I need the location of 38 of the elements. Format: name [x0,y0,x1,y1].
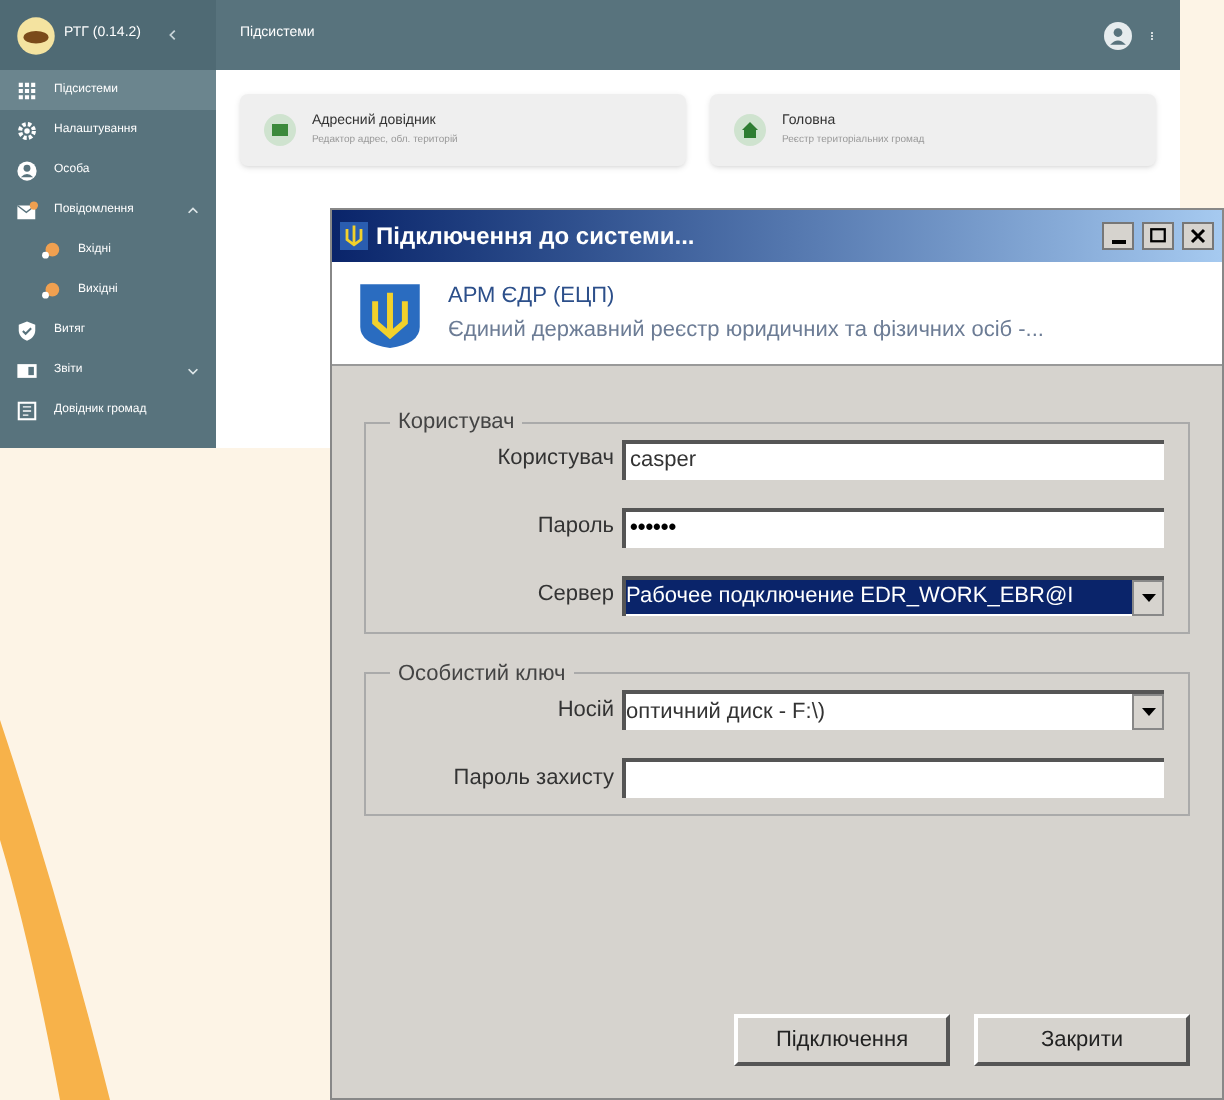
minimize-icon [1111,240,1125,244]
person-icon [16,159,38,181]
dropdown[interactable]: оптичний диск - F:\) [622,690,1164,730]
grid-icon [16,79,38,101]
dialog-button[interactable]: Закрити [974,1014,1190,1066]
envelope-icon [16,199,38,221]
field-label: Пароль [535,512,614,543]
message-dot-icon [40,239,62,261]
dropdown[interactable]: Рабочее подключение EDR_WORK_EBR@I [622,575,1164,615]
report-icon [16,359,38,381]
app-title: АРМ ЄДР (ЕЦП) [448,282,617,312]
emblem-logo-icon [16,15,56,55]
maximize-button[interactable] [1142,222,1174,250]
field-label: Сервер [535,580,614,611]
message-dot-icon [40,279,62,301]
home-icon [734,114,766,146]
trident-icon [340,222,368,250]
input-field[interactable] [622,758,1164,798]
dialog-button[interactable]: Підключення [734,1014,950,1066]
book-icon [16,399,38,421]
app-subtitle: Єдиний державний реєстр юридичних та фізичних осіб -... [448,315,1044,345]
input-field[interactable]: casper [622,439,1164,479]
chevron-left-icon [165,28,179,42]
minimize-button[interactable] [1102,222,1134,250]
window-title: Підключення до системи... [376,220,697,254]
field-label: Носій [555,695,614,726]
avatar-icon [1104,21,1132,49]
field-label: Пароль захисту [451,763,614,794]
map-icon [264,114,296,146]
close-button[interactable] [1182,222,1214,250]
gear-icon [16,119,38,141]
group-legend: Користувач [390,406,523,439]
group-legend: Особистий ключ [390,657,574,690]
input-field[interactable]: •••••• [622,507,1164,547]
shield-check-icon [16,319,38,341]
field-label: Користувач [495,444,614,475]
close-icon [1186,224,1210,248]
maximize-icon [1146,224,1170,248]
